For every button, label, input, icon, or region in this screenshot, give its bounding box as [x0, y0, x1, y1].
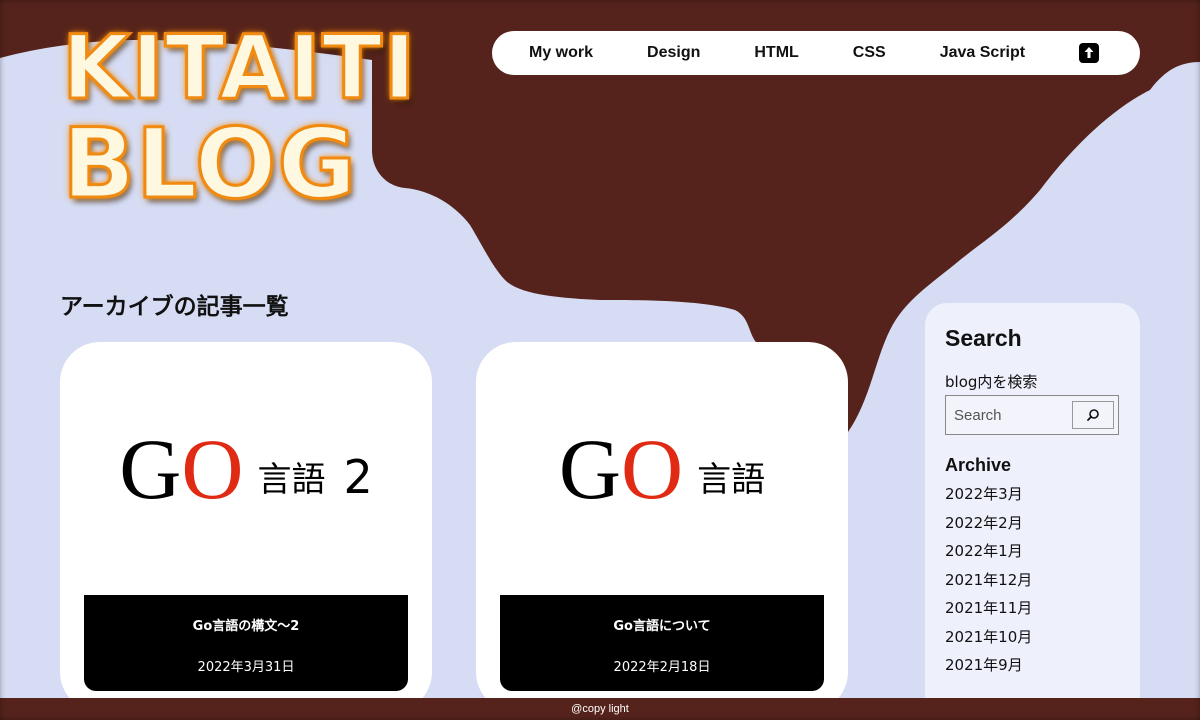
search-heading: Search	[945, 325, 1022, 351]
archive-item[interactable]: 2022年3月	[945, 480, 1120, 509]
archive-item[interactable]: 2021年12月	[945, 566, 1120, 595]
thumbnail-subtitle: 言語	[257, 459, 326, 500]
top-navigation: My work Design HTML CSS Java Script	[492, 31, 1140, 75]
nav-item-javascript[interactable]: Java Script	[940, 44, 1025, 62]
logo-line-kitaiti: KITAITI	[61, 16, 418, 119]
post-card[interactable]: G O 言語 Go言語について 2022年2月18日	[476, 342, 848, 712]
post-caption: Go言語について 2022年2月18日	[500, 595, 824, 691]
search-button[interactable]	[1072, 401, 1114, 429]
thumbnail-letter-g: G	[119, 420, 182, 517]
post-thumbnail: G O 言語 2	[60, 342, 432, 595]
post-card[interactable]: G O 言語 2 Go言語の構文〜2 2022年3月31日	[60, 342, 432, 712]
search-form	[945, 395, 1119, 435]
nav-item-my-work[interactable]: My work	[529, 44, 593, 62]
thumbnail-subtitle: 言語	[697, 459, 766, 500]
post-title[interactable]: Go言語について	[500, 615, 824, 634]
search-icon	[1087, 409, 1099, 421]
archive-item[interactable]: 2022年1月	[945, 537, 1120, 566]
sidebar: Search blog内を検索 Archive 2022年3月 2022年2月 …	[925, 303, 1140, 703]
archive-item[interactable]: 2021年10月	[945, 623, 1120, 652]
thumbnail-letter-o: O	[621, 420, 684, 517]
page-title: アーカイブの記事一覧	[60, 294, 289, 320]
post-thumbnail: G O 言語	[476, 342, 848, 595]
post-title[interactable]: Go言語の構文〜2	[84, 615, 408, 634]
thumbnail-letter-o: O	[181, 420, 244, 517]
logo-line-blog: BLOG	[61, 108, 358, 220]
nav-item-css[interactable]: CSS	[853, 44, 886, 62]
archive-heading: Archive	[945, 455, 1012, 475]
archive-item[interactable]: 2021年9月	[945, 651, 1120, 680]
footer: @copy light	[0, 698, 1200, 720]
search-label: blog内を検索	[945, 373, 1038, 391]
post-date: 2022年2月18日	[613, 660, 711, 675]
site-logo[interactable]: KITAITI BLOG	[61, 16, 418, 234]
post-caption: Go言語の構文〜2 2022年3月31日	[84, 595, 408, 691]
thumbnail-letter-g: G	[558, 420, 621, 517]
thumbnail-number: 2	[343, 449, 373, 504]
archive-item[interactable]: 2021年11月	[945, 594, 1120, 623]
nav-item-design[interactable]: Design	[647, 44, 700, 62]
upload-icon[interactable]	[1079, 43, 1100, 63]
archive-item[interactable]: 2022年2月	[945, 509, 1120, 538]
post-date: 2022年3月31日	[197, 660, 295, 675]
search-input[interactable]	[954, 406, 1072, 424]
nav-item-html[interactable]: HTML	[754, 44, 798, 62]
archive-list: 2022年3月 2022年2月 2022年1月 2021年12月 2021年11…	[945, 480, 1120, 680]
